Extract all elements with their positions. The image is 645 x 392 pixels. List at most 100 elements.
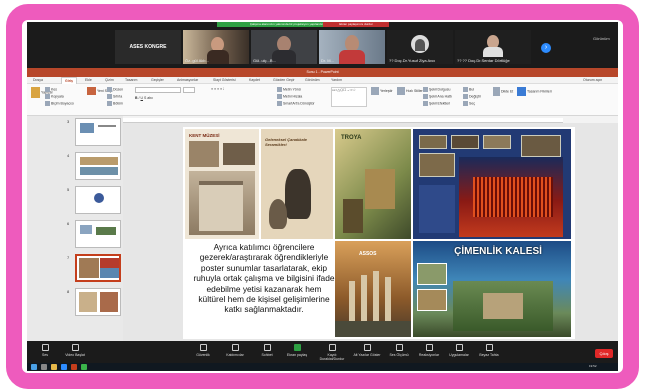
cursor-icon — [463, 101, 468, 106]
participant-name-large: ASES KONGRE — [129, 44, 167, 50]
layout-button[interactable]: Düzen — [107, 87, 123, 92]
audio-level-button[interactable]: Ses Ölçümü — [385, 344, 413, 357]
shape-fill-button[interactable]: Şekil Dolgusu — [423, 87, 450, 92]
align-text-icon — [277, 94, 282, 99]
share-screen-button[interactable]: Ekran paylaş — [283, 344, 311, 357]
start-icon[interactable] — [31, 364, 37, 370]
folder-icon[interactable] — [51, 364, 57, 370]
participant-tile[interactable]: ?? ?? Doç.Dr.Serdar Dörtlüğe — [455, 30, 531, 64]
chat-button[interactable]: Sohbet — [253, 344, 281, 357]
find-button[interactable]: Bul — [463, 87, 474, 92]
reset-label: Sıfırla — [113, 94, 123, 99]
tab-transitions[interactable]: Geçişler — [151, 77, 164, 84]
reactions-label: Reaksiyonlar — [418, 353, 440, 357]
tab-draw[interactable]: Çizim — [105, 77, 114, 84]
scissors-icon — [45, 87, 50, 92]
start-video-button[interactable]: Video Başlat — [61, 344, 89, 357]
slide-canvas: KENT MÜZESİ Geleneksel Çanakkale Seramik… — [123, 123, 618, 341]
tab-help[interactable]: Yardım — [331, 77, 342, 84]
powerpoint-app-icon[interactable] — [71, 364, 77, 370]
poster-title: KENT MÜZESİ — [189, 133, 220, 138]
slide-number: 5 — [67, 187, 70, 192]
participant-tile[interactable]: Gül..ulç...B... — [251, 30, 317, 64]
whiteboard-button[interactable]: Beyaz Tahta — [475, 344, 503, 357]
slide-thumbnail[interactable] — [75, 288, 121, 316]
copy-label: Kopyala — [51, 94, 64, 99]
record-button[interactable]: Kaydı Duraklat/Durdur — [315, 344, 349, 361]
zoom-app-icon[interactable] — [61, 364, 67, 370]
chrome-app-icon[interactable] — [81, 364, 87, 370]
leave-button[interactable]: Çıkış — [595, 349, 613, 358]
font-size-box[interactable] — [183, 87, 195, 93]
align-text-button[interactable]: Metni Hizala — [277, 94, 302, 99]
designer-button[interactable]: Tasarım Fikirleri — [517, 87, 552, 96]
tab-view[interactable]: Görünüm — [305, 77, 320, 84]
slide-thumbnails: 3 4 5 6 7 8 — [27, 116, 123, 341]
shape-outline-button[interactable]: Şekil Ana Hattı — [423, 94, 452, 99]
slide-thumbnail[interactable] — [75, 152, 121, 180]
search-icon[interactable] — [41, 364, 47, 370]
apps-label: Uygulamalar — [449, 353, 469, 357]
chat-label: Sohbet — [261, 353, 273, 357]
microphone-icon — [41, 344, 49, 351]
next-page-button[interactable]: › — [541, 43, 551, 53]
search-icon — [463, 87, 468, 92]
participant-tile[interactable]: ASES KONGRE — [115, 30, 181, 64]
arrange-button[interactable]: Yerleştir — [371, 87, 393, 95]
participant-tile[interactable]: Dr. M... — [319, 30, 385, 64]
participant-name: Gül..ulç...B... — [253, 58, 276, 63]
shapes-gallery[interactable]: ▭○△⬠☐→⇨☆ — [331, 87, 367, 107]
text-direction-button[interactable]: Metin Yönü — [277, 87, 301, 92]
tab-slideshow[interactable]: Slayt Gösterisi — [213, 77, 236, 84]
section-button[interactable]: Bölüm — [107, 101, 123, 106]
slide-thumbnail[interactable] — [75, 220, 121, 248]
paragraph-buttons[interactable]: ≡ ≡ ≡ ≡ ⁞ — [211, 87, 271, 93]
tab-file[interactable]: Dosya — [33, 77, 43, 84]
smartart-button[interactable]: SmartArt'a Dönüştür — [277, 101, 315, 106]
ribbon-tabs: Dosya Giriş Ekle Çizim Tasarım Geçişler … — [27, 77, 618, 84]
tab-home[interactable]: Giriş — [61, 77, 77, 84]
format-painter-button[interactable]: Biçim Boyacısı — [45, 101, 74, 106]
designer-icon — [517, 87, 526, 96]
reset-button[interactable]: Sıfırla — [107, 94, 122, 99]
slide-number: 4 — [67, 153, 70, 158]
select-button[interactable]: Seç — [463, 101, 475, 106]
dictate-button[interactable]: Dikte Et — [493, 87, 513, 96]
view-button[interactable]: Görünüm — [593, 36, 610, 41]
copy-button[interactable]: Kopyala — [45, 94, 64, 99]
stop-share-button[interactable]: Ekran paylaşımını durdur — [323, 22, 389, 27]
tab-record[interactable]: Kaydet — [249, 77, 260, 84]
font-format-buttons[interactable]: B I U S abc — [135, 96, 205, 102]
audio-button[interactable]: Ses — [31, 344, 59, 357]
tab-animations[interactable]: Animasyonlar — [177, 77, 198, 84]
captions-button[interactable]: Alt Yazılar Göster — [351, 344, 383, 357]
participants-button[interactable]: Katılımcılar — [221, 344, 249, 357]
tab-review[interactable]: Gözden Geçir — [273, 77, 295, 84]
participant-tile[interactable]: ?? Doç.Dr.Yusuf Ziya Avcı — [387, 30, 453, 64]
shape-outline-label: Şekil Ana Hattı — [429, 94, 452, 99]
tab-design[interactable]: Tasarım — [125, 77, 137, 84]
replace-button[interactable]: Değiştir — [463, 94, 481, 99]
tab-insert[interactable]: Ekle — [85, 77, 92, 84]
slide-thumbnail[interactable] — [75, 186, 121, 214]
poster-cimenlik-kalesi: ÇİMENLİK KALESİ — [413, 241, 571, 337]
cut-button[interactable]: Kes — [45, 87, 57, 92]
quick-styles-button[interactable]: Hızlı Stiller — [397, 87, 423, 95]
slide-thumbnail[interactable] — [75, 118, 121, 146]
apps-icon — [455, 344, 463, 351]
poster-title: ASSOS — [359, 251, 377, 257]
current-slide[interactable]: KENT MÜZESİ Geleneksel Çanakkale Seramik… — [183, 127, 575, 339]
effects-icon — [423, 101, 428, 106]
participant-name: ?? ?? Doç.Dr.Serdar Dörtlüğe — [457, 58, 510, 63]
reactions-button[interactable]: Reaksiyonlar — [415, 344, 443, 357]
participant-tile[interactable]: Öz..gül Akb... — [183, 30, 249, 64]
shape-effects-button[interactable]: Şekil Efektleri — [423, 101, 450, 106]
slide-thumbnail-selected[interactable] — [75, 254, 121, 282]
security-button[interactable]: Güvenlik — [189, 344, 217, 357]
fill-icon — [423, 87, 428, 92]
font-name-box[interactable] — [135, 87, 181, 93]
whiteboard-icon — [485, 344, 493, 351]
sign-in-link[interactable]: Oturum açın — [583, 77, 602, 84]
apps-button[interactable]: Uygulamalar — [445, 344, 473, 357]
slide-body-text[interactable]: Ayrıca katılımcı öğrencilere gezerek/ara… — [193, 242, 335, 315]
